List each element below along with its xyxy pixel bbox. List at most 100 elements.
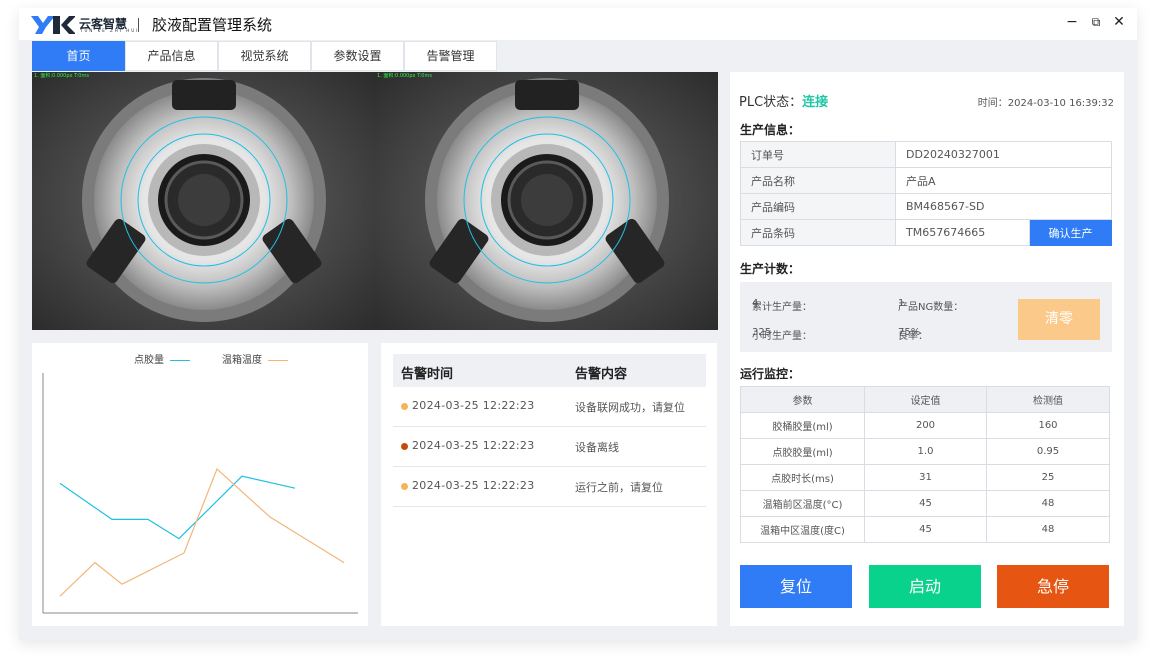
hourly-output-value: 325 xyxy=(752,327,772,338)
production-count-box: 累计生产量： 4 产品NG数量： 1 小时生产量： 325 良率： 75% 清零 xyxy=(740,282,1112,352)
param-name: 点胶时长(ms) xyxy=(740,464,865,491)
info-value: TM657674665 xyxy=(895,219,1030,246)
emergency-stop-button[interactable]: 急停 xyxy=(997,565,1109,608)
column-header: 设定值 xyxy=(864,386,987,413)
param-name: 温箱中区温度(度C) xyxy=(740,516,865,543)
set-value: 45 xyxy=(864,490,987,517)
reset-button[interactable]: 复位 xyxy=(740,565,852,608)
param-name: 温箱前区温度(°C) xyxy=(740,490,865,517)
confirm-production-button[interactable]: 确认生产 xyxy=(1029,219,1112,246)
time-value: 2024-03-10 16:39:32 xyxy=(1007,98,1114,109)
title-bar: 云客智慧 YUN KE ZHI HUI 胶液配置管理系统 − ⧉ ✕ xyxy=(19,8,1137,40)
tab-home[interactable]: 首页 xyxy=(32,41,125,71)
set-value: 200 xyxy=(864,412,987,439)
title-divider xyxy=(138,18,139,32)
alarm-time: 2024-03-25 12:22:23 xyxy=(412,479,535,492)
alarm-panel: 告警时间 告警内容 2024-03-25 12:22:23 设备联网成功，请复位… xyxy=(381,343,717,626)
line-chart xyxy=(42,373,358,614)
logo-mark-icon xyxy=(31,16,75,34)
info-value: DD20240327001 xyxy=(895,141,1112,168)
info-key: 产品条码 xyxy=(740,219,896,246)
table-row: 胶桶胶量(ml) 200 160 xyxy=(740,412,1110,439)
measured-value: 48 xyxy=(986,490,1110,517)
plc-status-value: 连接 xyxy=(802,95,829,110)
param-name: 点胶胶量(ml) xyxy=(740,438,865,465)
trend-chart-panel: 点胶量 温箱温度 xyxy=(32,343,368,626)
measured-value: 160 xyxy=(986,412,1110,439)
time-label: 时间： xyxy=(977,98,1008,109)
camera-image-2 xyxy=(375,72,718,330)
production-info-table: 订单号 DD20240327001 产品名称 产品A 产品编码 BM468567… xyxy=(740,141,1112,246)
table-row: 温箱前区温度(°C) 45 48 xyxy=(740,490,1110,517)
restore-icon[interactable]: ⧉ xyxy=(1087,15,1105,30)
alarm-col-time: 告警时间 xyxy=(401,367,454,382)
camera-view-1: 1. 面积:0.000px T:0ms xyxy=(32,72,375,330)
ng-count-label: 产品NG数量： xyxy=(898,302,964,313)
alarm-row[interactable]: 2024-03-25 12:22:23 设备离线 xyxy=(393,427,706,467)
alarm-row[interactable]: 2024-03-25 12:22:23 设备联网成功，请复位 xyxy=(393,387,706,427)
plc-status: PLC状态：连接 xyxy=(739,91,828,110)
info-key: 产品名称 xyxy=(740,167,896,194)
app-window: 云客智慧 YUN KE ZHI HUI 胶液配置管理系统 − ⧉ ✕ 首页 产品… xyxy=(19,8,1137,640)
info-key: 产品编码 xyxy=(740,193,896,220)
minimize-icon[interactable]: − xyxy=(1063,14,1081,30)
table-header-row: 参数 设定值 检测值 xyxy=(740,386,1110,413)
run-monitor-table: 参数 设定值 检测值 胶桶胶量(ml) 200 160 点胶胶量(ml) 1.0… xyxy=(740,386,1110,543)
table-row: 产品条码 TM657674665 确认生产 xyxy=(740,219,1112,246)
production-info-heading: 生产信息： xyxy=(740,123,801,137)
current-time: 时间：2024-03-10 16:39:32 xyxy=(978,94,1114,109)
alarm-col-content: 告警内容 xyxy=(575,367,628,382)
alarm-level-dot xyxy=(401,443,408,450)
alarm-time: 2024-03-25 12:22:23 xyxy=(412,439,535,452)
ng-count-value: 1 xyxy=(898,298,905,309)
alarm-level-dot xyxy=(401,483,408,490)
tab-vision-system[interactable]: 视觉系统 xyxy=(218,41,311,71)
series-line-oven-temp xyxy=(59,467,345,597)
camera-view-2: 1. 面积:0.000px T:0ms xyxy=(375,72,718,330)
tab-alarm-management[interactable]: 告警管理 xyxy=(404,41,497,71)
camera-caption-2: 1. 面积:0.000px T:0ms xyxy=(377,73,432,79)
column-header: 检测值 xyxy=(986,386,1110,413)
measured-value: 0.95 xyxy=(986,438,1110,465)
alarm-content: 运行之前，请复位 xyxy=(575,481,663,494)
start-button[interactable]: 启动 xyxy=(869,565,981,608)
alarm-table-header: 告警时间 告警内容 xyxy=(393,354,706,387)
measured-value: 25 xyxy=(986,464,1110,491)
run-monitor-heading: 运行监控： xyxy=(740,367,801,381)
production-count-heading: 生产计数： xyxy=(740,262,801,276)
alarm-level-dot xyxy=(401,403,408,410)
table-row: 订单号 DD20240327001 xyxy=(740,141,1112,168)
measured-value: 48 xyxy=(986,516,1110,543)
info-key: 订单号 xyxy=(740,141,896,168)
total-output-value: 4 xyxy=(752,298,759,309)
alarm-content: 设备离线 xyxy=(575,441,619,454)
info-value: BM468567-SD xyxy=(895,193,1112,220)
app-title: 胶液配置管理系统 xyxy=(152,16,273,34)
set-value: 45 xyxy=(864,516,987,543)
table-row: 产品名称 产品A xyxy=(740,167,1112,194)
alarm-content: 设备联网成功，请复位 xyxy=(575,401,685,414)
table-row: 点胶胶量(ml) 1.0 0.95 xyxy=(740,438,1110,465)
table-row: 点胶时长(ms) 31 25 xyxy=(740,464,1110,491)
total-output-label: 累计生产量： xyxy=(752,302,812,313)
set-value: 1.0 xyxy=(864,438,987,465)
table-row: 产品编码 BM468567-SD xyxy=(740,193,1112,220)
alarm-row[interactable]: 2024-03-25 12:22:23 运行之前，请复位 xyxy=(393,467,706,507)
table-row: 温箱中区温度(度C) 45 48 xyxy=(740,516,1110,543)
camera-image-1 xyxy=(32,72,375,330)
column-header: 参数 xyxy=(740,386,865,413)
logo-subtext: YUN KE ZHI HUI xyxy=(80,28,140,33)
tab-product-info[interactable]: 产品信息 xyxy=(125,41,218,71)
tab-parameter-settings[interactable]: 参数设置 xyxy=(311,41,404,71)
alarm-time: 2024-03-25 12:22:23 xyxy=(412,399,535,412)
clear-count-button[interactable]: 清零 xyxy=(1018,299,1100,340)
camera-caption-1: 1. 面积:0.000px T:0ms xyxy=(34,73,89,79)
plc-status-label: PLC状态： xyxy=(739,95,803,110)
info-value: 产品A xyxy=(895,167,1112,194)
close-icon[interactable]: ✕ xyxy=(1110,14,1128,30)
yield-rate-value: 75% xyxy=(898,327,921,338)
company-logo: 云客智慧 YUN KE ZHI HUI xyxy=(31,13,137,35)
param-name: 胶桶胶量(ml) xyxy=(740,412,865,439)
right-panel: PLC状态：连接 时间：2024-03-10 16:39:32 生产信息： 订单… xyxy=(730,72,1124,626)
set-value: 31 xyxy=(864,464,987,491)
